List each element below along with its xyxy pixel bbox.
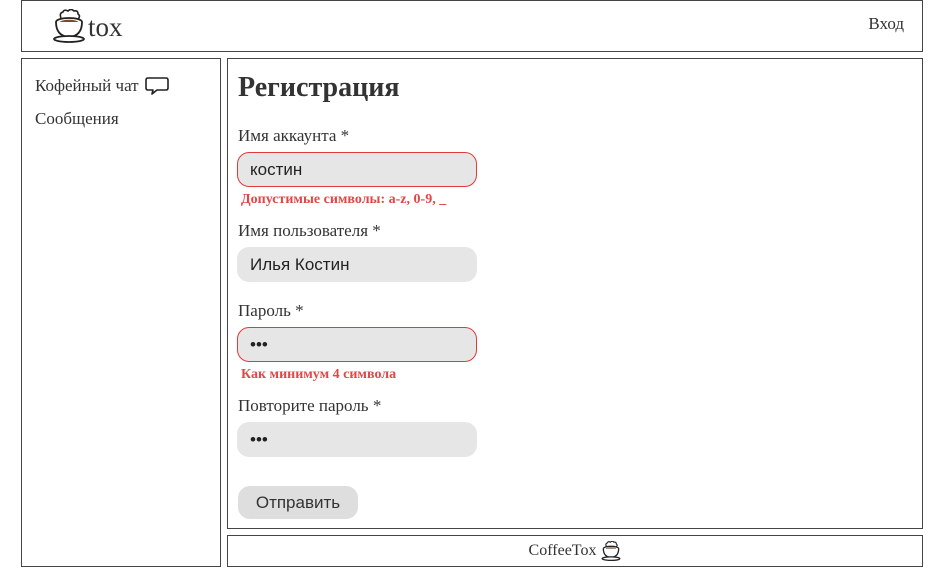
page-title: Регистрация: [238, 72, 400, 103]
account-name-label: Имя аккаунта *: [238, 126, 350, 145]
account-name-error: Допустимые символы: a-z, 0-9, _: [241, 192, 447, 207]
footer: CoffeeTox: [227, 535, 923, 567]
password-input[interactable]: [237, 327, 477, 362]
coffee-cup-icon: [53, 9, 85, 43]
chat-bubble-icon: [144, 77, 169, 95]
footer-text: CoffeeTox: [528, 542, 597, 559]
logo-link[interactable]: tox: [52, 9, 123, 43]
password-label: Пароль *: [238, 301, 304, 320]
main-content: Регистрация Имя аккаунта * Допустимые си…: [227, 58, 923, 529]
password-repeat-label: Повторите пароль *: [238, 396, 382, 415]
username-input[interactable]: [237, 247, 477, 282]
sidebar-item-label: Сообщения: [35, 109, 119, 128]
account-name-input[interactable]: [237, 152, 477, 187]
sidebar-item-coffee-chat[interactable]: Кофейный чат: [35, 76, 169, 96]
header: tox Вход: [21, 0, 923, 52]
password-error: Как минимум 4 символа: [241, 367, 397, 382]
sidebar: Кофейный чат Сообщения: [21, 58, 221, 567]
logo-text: tox: [88, 12, 123, 42]
submit-button[interactable]: Отправить: [238, 486, 358, 519]
password-repeat-input[interactable]: [237, 422, 477, 457]
username-label: Имя пользователя *: [238, 221, 381, 240]
coffee-cup-icon: [601, 541, 621, 561]
sidebar-item-label: Кофейный чат: [35, 76, 139, 95]
login-link[interactable]: Вход: [868, 14, 904, 34]
sidebar-item-messages[interactable]: Сообщения: [35, 109, 119, 129]
